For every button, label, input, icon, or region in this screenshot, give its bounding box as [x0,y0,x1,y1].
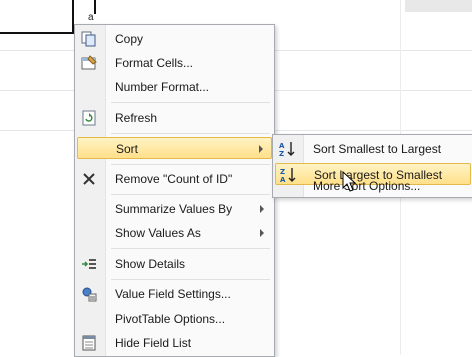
menu-item-label: PivotTable Options... [115,312,226,326]
svg-text:A: A [279,142,285,150]
submenu-arrow-icon [260,205,264,213]
sort-ascending-icon: A Z [278,140,296,158]
menu-separator [111,102,270,103]
mouse-cursor-icon [342,171,357,192]
svg-text:Z: Z [279,150,284,158]
pivot-border [0,0,74,34]
menu-item-label: Summarize Values By [115,202,233,216]
menu-item-value-field-settings[interactable]: Value Field Settings... [77,283,272,305]
svg-text:Z: Z [280,168,285,176]
menu-item-summarize-values[interactable]: Summarize Values By [77,198,272,220]
menu-item-format-cells[interactable]: Format Cells... [77,52,272,74]
menu-item-label: Hide Field List [115,336,192,350]
menu-item-number-format[interactable]: Number Format... [77,76,272,98]
menu-item-pivottable-options[interactable]: PivotTable Options... [77,308,272,330]
menu-item-remove-field[interactable]: Remove "Count of ID" [77,168,272,190]
menu-item-label: Sort [116,142,139,156]
refresh-icon [80,109,98,127]
svg-text:A: A [280,176,286,184]
submenu-item-more-sort-options[interactable]: More Sort Options... [275,179,471,197]
submenu-arrow-icon [259,145,263,153]
menu-item-show-values-as[interactable]: Show Values As [77,222,272,244]
column-header-fragment [405,0,472,12]
value-field-settings-icon [80,285,98,303]
menu-item-label: Copy [115,32,144,46]
submenu-item-sort-ascending[interactable]: A Z Sort Smallest to Largest [275,138,471,160]
sort-submenu: A Z Sort Smallest to Largest Z A Sort La… [272,134,472,198]
remove-x-icon [80,170,98,188]
menu-item-label: Show Values As [115,226,201,240]
menu-item-label: Number Format... [115,80,210,94]
submenu-item-label: Sort Smallest to Largest [313,142,442,156]
context-menu: Copy Format Cells... Number Format... Re… [74,24,275,357]
sort-descending-icon: Z A [279,166,297,184]
cell-label: a [88,12,94,23]
menu-separator [111,133,270,134]
menu-item-label: Remove "Count of ID" [115,172,233,186]
menu-item-label: Value Field Settings... [115,287,231,301]
menu-item-label: Show Details [115,257,186,271]
menu-item-hide-field-list[interactable]: Hide Field List [77,332,272,354]
menu-separator [111,248,270,249]
pivot-border [94,0,96,14]
menu-item-label: Format Cells... [115,56,194,70]
field-list-icon [80,334,98,352]
format-cells-icon [80,54,98,72]
menu-separator [111,279,270,280]
menu-separator [111,194,270,195]
submenu-item-label: More Sort Options... [313,179,421,193]
menu-separator [111,164,270,165]
menu-item-label: Refresh [115,111,158,125]
menu-item-sort[interactable]: Sort [77,137,272,159]
menu-icon-gutter [75,25,106,356]
copy-icon [80,30,98,48]
submenu-arrow-icon [260,229,264,237]
show-details-icon [80,255,98,273]
menu-item-copy[interactable]: Copy [77,28,272,50]
menu-item-show-details[interactable]: Show Details [77,253,272,275]
menu-item-refresh[interactable]: Refresh [77,107,272,129]
